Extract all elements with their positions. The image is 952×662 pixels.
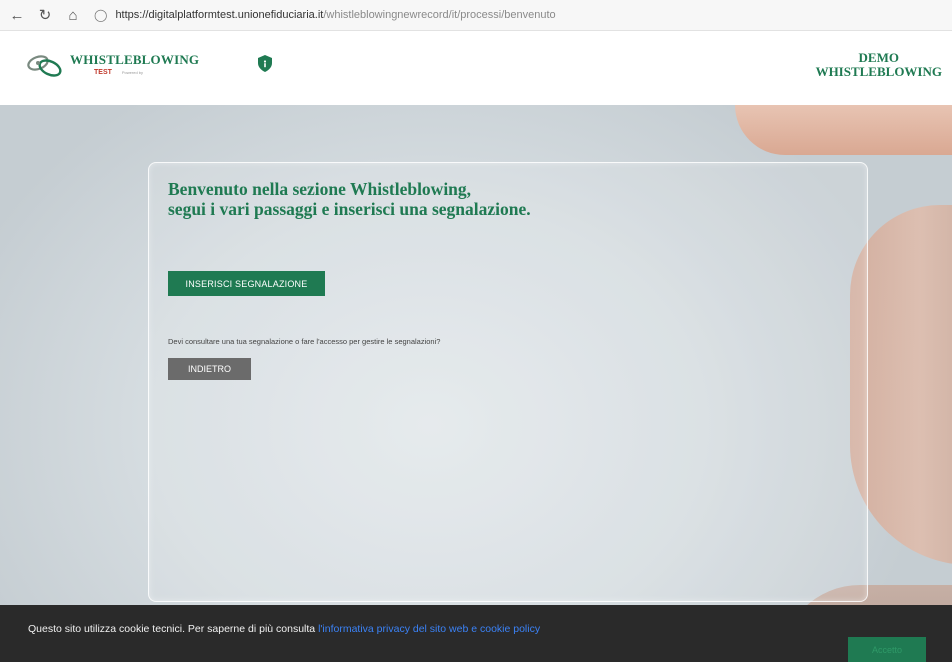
- welcome-line-2: segui i vari passaggi e inserisci una se…: [168, 199, 531, 219]
- back-button[interactable]: INDIETRO: [168, 358, 251, 380]
- welcome-heading: Benvenuto nella sezione Whistleblowing, …: [168, 179, 531, 219]
- back-arrow-icon[interactable]: ←: [6, 4, 28, 26]
- cookie-message: Questo sito utilizza cookie tecnici. Per…: [28, 623, 316, 635]
- welcome-line-1: Benvenuto nella sezione Whistleblowing,: [168, 179, 472, 199]
- demo-title-line1: DEMO: [858, 50, 899, 65]
- home-icon[interactable]: ⌂: [62, 4, 84, 26]
- insert-report-button[interactable]: INSERISCI SEGNALAZIONE: [168, 271, 325, 296]
- cookie-policy-link[interactable]: l'informativa privacy del sito web e coo…: [318, 623, 540, 635]
- cookie-banner: Questo sito utilizza cookie tecnici. Per…: [0, 605, 952, 662]
- refresh-icon[interactable]: ↻: [34, 4, 56, 26]
- site-header: WHISTLEBLOWING TEST Powered by DEMO WHIS…: [0, 31, 952, 105]
- hand-image-top: [735, 105, 952, 155]
- browser-toolbar: ← ↻ ⌂ ◯ https://digitalplatformtest.unio…: [0, 0, 952, 31]
- demo-title: DEMO WHISTLEBLOWING: [816, 51, 942, 79]
- logo-powered-by: Powered by: [121, 69, 144, 75]
- demo-title-line2: WHISTLEBLOWING: [815, 64, 942, 79]
- whistleblowing-logo[interactable]: WHISTLEBLOWING TEST Powered by: [26, 53, 199, 79]
- url-domain: https://digitalplatformtest.unionefiduci…: [115, 9, 324, 21]
- whistle-logo-icon: [27, 55, 62, 77]
- url-path: /whistleblowingnewrecord/it/processi/ben…: [323, 9, 556, 21]
- address-bar[interactable]: ◯ https://digitalplatformtest.unionefidu…: [94, 4, 556, 26]
- cookie-accept-button[interactable]: Accetto: [848, 637, 926, 662]
- shield-icon[interactable]: [258, 55, 272, 72]
- cookie-text: Questo sito utilizza cookie tecnici. Per…: [28, 623, 540, 635]
- logo-test-label: TEST: [94, 69, 112, 76]
- consult-question-text: Devi consultare una tua segnalazione o f…: [168, 337, 441, 346]
- hero-section: Benvenuto nella sezione Whistleblowing, …: [0, 105, 952, 662]
- welcome-panel: Benvenuto nella sezione Whistleblowing, …: [148, 162, 868, 602]
- logo-title: WHISTLEBLOWING: [70, 52, 200, 67]
- page-info-icon[interactable]: ◯: [94, 8, 107, 22]
